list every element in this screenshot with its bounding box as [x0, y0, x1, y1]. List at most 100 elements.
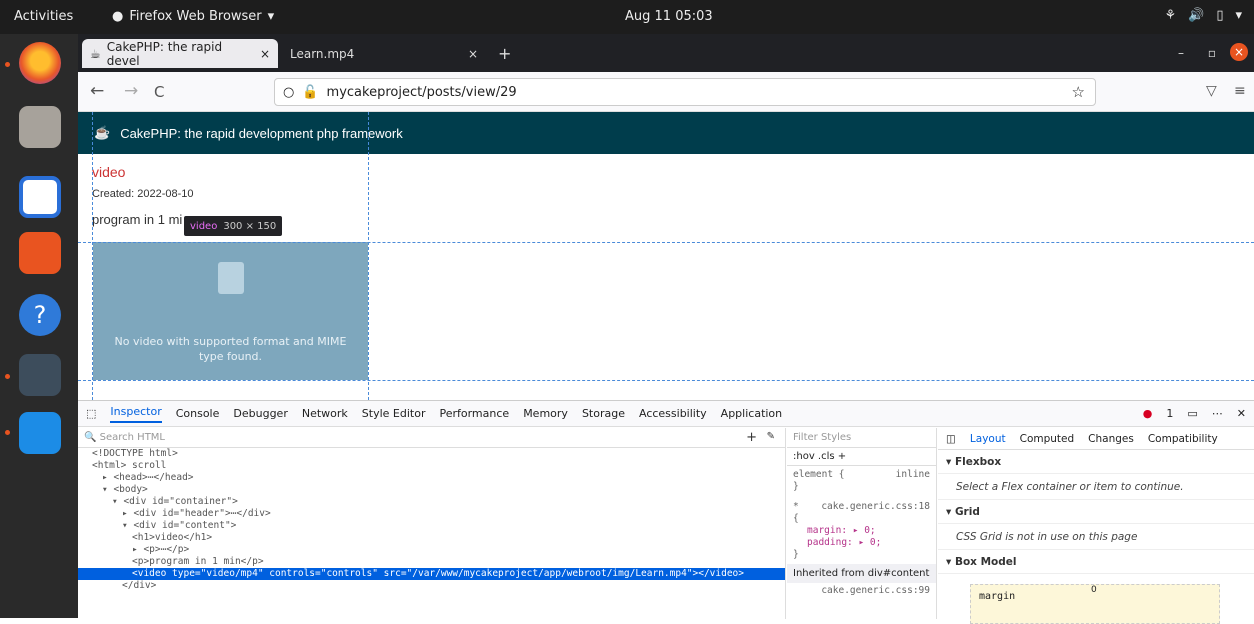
flexbox-section[interactable]: ▾ Flexbox: [938, 450, 1254, 474]
more-icon[interactable]: ⋯: [1212, 407, 1223, 420]
activities-button[interactable]: Activities: [14, 9, 73, 24]
new-tab-button[interactable]: +: [498, 44, 511, 63]
tab-style-editor[interactable]: Style Editor: [362, 407, 426, 420]
rule-close: }: [793, 481, 799, 492]
url-bar[interactable]: ○ 🔓 mycakeproject/posts/view/29 ☆: [274, 78, 1096, 106]
close-window-button[interactable]: ×: [1230, 43, 1248, 61]
markup-node[interactable]: <video type="video/mp4" controls="contro…: [78, 568, 785, 580]
tab-application[interactable]: Application: [721, 407, 782, 420]
tab-performance[interactable]: Performance: [439, 407, 509, 420]
vscode-icon[interactable]: [19, 412, 61, 454]
cake-header: ☕ CakePHP: the rapid development php fra…: [78, 112, 1254, 154]
markup-node[interactable]: <p>program in 1 min</p>: [78, 556, 785, 568]
tab-debugger[interactable]: Debugger: [233, 407, 287, 420]
eyedropper-icon[interactable]: ✎: [767, 431, 775, 442]
padding-decl[interactable]: padding: ▸ 0;: [793, 537, 930, 549]
software-icon[interactable]: [19, 232, 61, 274]
writer-icon[interactable]: [19, 176, 61, 218]
pocket-icon[interactable]: ▽: [1206, 83, 1217, 99]
cake-favicon-icon: ☕: [90, 46, 101, 61]
error-icon[interactable]: ●: [1143, 407, 1153, 420]
close-icon[interactable]: ✕: [1237, 407, 1246, 420]
grid-note: CSS Grid is not in use on this page: [938, 524, 1254, 550]
tab-cakephp[interactable]: ☕ CakePHP: the rapid devel ×: [82, 39, 278, 68]
rules-view: Filter Styles :hov .cls + element { inli…: [787, 428, 937, 619]
dbeaver-icon[interactable]: [19, 354, 61, 396]
tab-changes[interactable]: Changes: [1088, 433, 1134, 445]
restore-button[interactable]: ▫: [1208, 46, 1216, 60]
clock[interactable]: Aug 11 05:03: [625, 9, 713, 24]
markup-node[interactable]: <h1>video</h1>: [78, 532, 785, 544]
app-name: Firefox Web Browser: [129, 9, 262, 24]
markup-node[interactable]: ▸ <head>⋯</head>: [78, 472, 785, 484]
close-icon[interactable]: ×: [468, 47, 478, 61]
back-button[interactable]: ←: [90, 81, 104, 101]
element-rule: element {: [793, 469, 845, 480]
tab-accessibility[interactable]: Accessibility: [639, 407, 707, 420]
dock-icon[interactable]: ▭: [1187, 407, 1197, 420]
tab-memory[interactable]: Memory: [523, 407, 568, 420]
tab-storage[interactable]: Storage: [582, 407, 625, 420]
box-model-section[interactable]: ▾ Box Model: [938, 550, 1254, 574]
add-node-icon[interactable]: +: [746, 430, 757, 445]
star-rule: *: [793, 501, 799, 512]
reload-button[interactable]: C: [154, 83, 164, 101]
markup-node[interactable]: ▾ <div id="container">: [78, 496, 785, 508]
created-date: Created: 2022-08-10: [92, 188, 194, 200]
guide-line: [78, 242, 1254, 243]
running-indicator: [5, 62, 10, 67]
rule-source[interactable]: inline: [896, 469, 930, 481]
grid-section[interactable]: ▾ Grid: [938, 500, 1254, 524]
markup-node[interactable]: ▸ <div id="header">⋯</div>: [78, 508, 785, 520]
markup-node[interactable]: <html> scroll: [78, 460, 785, 472]
video-error-message: No video with supported format and MIME …: [114, 335, 347, 363]
sidebar-toggle-icon[interactable]: ◫: [946, 433, 956, 445]
firefox-icon[interactable]: [19, 42, 61, 84]
pick-element-icon[interactable]: ⬚: [86, 407, 96, 420]
tab-learn-mp4[interactable]: Learn.mp4 ×: [282, 39, 486, 68]
tab-console[interactable]: Console: [176, 407, 220, 420]
tab-computed[interactable]: Computed: [1020, 433, 1075, 445]
insecure-lock-icon: 🔓: [302, 84, 319, 100]
tab-inspector[interactable]: Inspector: [110, 405, 162, 423]
rules-toolbar[interactable]: :hov .cls +: [787, 448, 936, 466]
markup-node[interactable]: ▾ <body>: [78, 484, 785, 496]
margin-decl[interactable]: margin: ▸ 0;: [793, 525, 930, 537]
tab-label: Learn.mp4: [290, 46, 355, 61]
rule-source[interactable]: cake.generic.css:99: [787, 583, 936, 598]
forward-button[interactable]: →: [124, 81, 138, 101]
bookmark-star-icon[interactable]: ☆: [1072, 83, 1085, 101]
filter-styles-input[interactable]: Filter Styles: [787, 428, 936, 448]
flexbox-note: Select a Flex container or item to conti…: [938, 474, 1254, 500]
chevron-down-icon: ▾: [946, 505, 955, 518]
url-text: mycakeproject/posts/view/29: [326, 84, 517, 100]
search-html-input[interactable]: 🔍 Search HTML + ✎: [78, 428, 785, 448]
tab-layout[interactable]: Layout: [970, 433, 1006, 445]
app-menu[interactable]: ● Firefox Web Browser ▾: [112, 9, 274, 24]
markup-node[interactable]: </div>: [78, 580, 785, 592]
sidebar-tabs: ◫ Layout Computed Changes Compatibility: [938, 428, 1254, 450]
help-icon[interactable]: ?: [19, 294, 61, 336]
markup-node[interactable]: ▸ <p>⋯</p>: [78, 544, 785, 556]
cake-logo-icon: ☕: [94, 125, 111, 140]
guide-line: [92, 112, 93, 400]
minimize-button[interactable]: –: [1178, 46, 1184, 60]
error-count: 1: [1166, 407, 1174, 420]
chevron-down-icon: ▾: [1235, 8, 1242, 23]
system-tray[interactable]: ⚘ 🔊 ▯ ▾: [1164, 8, 1242, 23]
tab-network[interactable]: Network: [302, 407, 348, 420]
content: video Created: 2022-08-10 program in 1 m…: [92, 164, 194, 227]
markup-node[interactable]: <!DOCTYPE html>: [78, 448, 785, 460]
broken-file-icon: [217, 262, 244, 294]
close-icon[interactable]: ×: [260, 47, 270, 61]
firefox-icon: ●: [112, 9, 124, 24]
margin-value[interactable]: 0: [1091, 585, 1097, 595]
files-icon[interactable]: [19, 106, 61, 148]
markup-node[interactable]: ▾ <div id="content">: [78, 520, 785, 532]
video-player[interactable]: No video with supported format and MIME …: [93, 242, 368, 380]
tab-compatibility[interactable]: Compatibility: [1148, 433, 1218, 445]
header-title[interactable]: CakePHP: the rapid development php frame…: [120, 126, 403, 141]
devtools-panel: ⬚ Inspector Console Debugger Network Sty…: [78, 400, 1254, 624]
menu-icon[interactable]: ≡: [1234, 83, 1246, 99]
rule-source[interactable]: cake.generic.css:18: [821, 501, 930, 513]
